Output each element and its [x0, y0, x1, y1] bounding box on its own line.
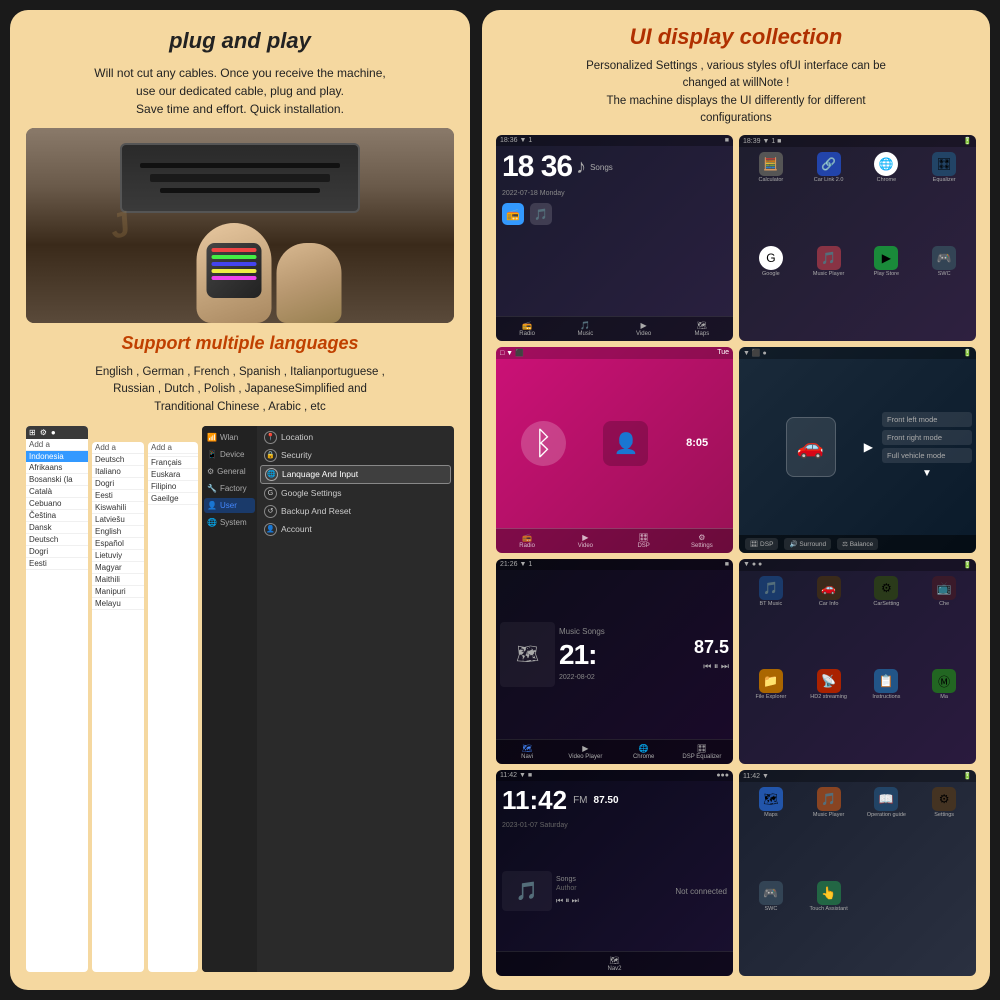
cell-topbar-1: 18:36 ▼ 1 ■	[496, 135, 733, 146]
settings-location[interactable]: Location	[281, 432, 313, 442]
cell-topbar-7: 11:42 ▼ ■ ●●●	[496, 770, 733, 781]
app-swc[interactable]: 🎮 SWC	[917, 246, 971, 336]
app-carlink[interactable]: 🔗 Car Link 2.0	[802, 152, 856, 242]
settings-google[interactable]: Google Settings	[281, 488, 341, 498]
cell-topbar-6: ▼ ● ● 🔋	[739, 559, 976, 571]
ui-cell-carseat: ▼ ⬛ ● 🔋 🚗 ▶ Front left mode Front right …	[739, 347, 976, 553]
app-maps[interactable]: 🗺 Maps	[744, 787, 798, 877]
bottom-nav-1: 📻 Radio 🎵 Music ▶ Video 🗺 Maps	[496, 316, 733, 341]
bottom-nav-7: 🗺Nav2	[496, 951, 733, 976]
app-fileexplorer[interactable]: 📁 File Explorer	[744, 669, 798, 759]
ui-cell-mapapps: 11:42 ▼ 🔋 🗺 Maps 🎵 Music Player 📖 Operat…	[739, 770, 976, 976]
nav-nav2-7[interactable]: 🗺Nav2	[502, 956, 727, 972]
bottom-nav-3: 📻Radio ▶Video 🎛DSP ⚙Settings	[496, 528, 733, 553]
car-installation-image: J	[26, 128, 454, 323]
settings-panel: 📶Wlan 📱Device ⚙General 🔧Factory 👤User	[202, 426, 454, 972]
surround-btn[interactable]: 🔊 Surround	[784, 538, 831, 550]
cell-topbar-2: 18:39 ▼ 1 ■ 🔋	[739, 135, 976, 147]
app-ma[interactable]: Ⓜ Ma	[917, 669, 971, 759]
settings-language-input[interactable]: Lanquage And Input	[282, 469, 358, 479]
nav-settings-3[interactable]: ⚙Settings	[677, 533, 727, 549]
app-swc2[interactable]: 🎮 SWC	[744, 881, 798, 971]
nav-dsp-5[interactable]: 🎛DSP Equalizer	[677, 744, 727, 760]
app-equalizer[interactable]: 🎛 Equalizer	[917, 152, 971, 242]
app-chrome[interactable]: 🌐 Chrome	[860, 152, 914, 242]
app-google[interactable]: G Google	[744, 246, 798, 336]
plug-title: plug and play	[26, 28, 454, 54]
ui-cell-clockradio: 11:42 ▼ ■ ●●● 11:42 FM 87.50 2023-01-07 …	[496, 770, 733, 976]
ui-cell-bluetooth: □ ▼ ⬛ Tue ᛒ 👤 8:05 📻Radio ▶Video 🎛DSP ⚙S…	[496, 347, 733, 553]
app-touchassistant[interactable]: 👆 Touch Assistant	[802, 881, 856, 971]
app-btmusic[interactable]: 🎵 BT Music	[744, 576, 798, 666]
app-musicplayer2[interactable]: 🎵 Music Player	[802, 787, 856, 877]
ui-desc: Personalized Settings , various styles o…	[496, 58, 976, 127]
settings-account[interactable]: Account	[281, 524, 312, 534]
nav-videoplayer-5[interactable]: ▶Video Player	[560, 744, 610, 760]
app-calculator[interactable]: 🧮 Calculator	[744, 152, 798, 242]
dsp-btn[interactable]: 🎛 DSP	[745, 538, 778, 550]
ui-cell-apps: 18:39 ▼ 1 ■ 🔋 🧮 Calculator 🔗 Car Link 2.…	[739, 135, 976, 341]
app-carinfo[interactable]: 🚗 Car Info	[802, 576, 856, 666]
ui-grid: 18:36 ▼ 1 ■ 18 36 ♪ Songs 2022-07-18 Mon…	[496, 135, 976, 976]
app-hd2streaming[interactable]: 📡 HD2 streaming	[802, 669, 856, 759]
main-container: plug and play Will not cut any cables. O…	[10, 10, 990, 990]
nav-radio-3[interactable]: 📻Radio	[502, 533, 552, 549]
ui-cell-clock: 18:36 ▼ 1 ■ 18 36 ♪ Songs 2022-07-18 Mon…	[496, 135, 733, 341]
ui-cell-apps2: ▼ ● ● 🔋 🎵 BT Music 🚗 Car Info ⚙ CarSetti…	[739, 559, 976, 765]
ui-title: UI display collection	[496, 24, 976, 50]
settings-area: ⊞⚙● Add a Indonesia Afrikaans Bosanski (…	[26, 426, 454, 972]
nav-navi-5[interactable]: 🗺Navi	[502, 744, 552, 760]
app-che[interactable]: 📺 Che	[917, 576, 971, 666]
nav-dsp-3[interactable]: 🎛DSP	[619, 533, 669, 549]
lang-list-2: Add a Deutsch Italiano Dogri Eesti Kiswa…	[92, 442, 144, 972]
cell-topbar-5: 21:26 ▼ 1 ■	[496, 559, 733, 570]
front-right-mode[interactable]: Front right mode	[882, 430, 972, 445]
nav-video-1[interactable]: ▶ Video	[619, 321, 669, 337]
balance-btn[interactable]: ⚖ Balance	[837, 538, 878, 550]
app-settings2[interactable]: ⚙ Settings	[917, 787, 971, 877]
bottom-nav-5: 🗺Navi ▶Video Player 🌐Chrome 🎛DSP Equaliz…	[496, 739, 733, 764]
lang-list-1: ⊞⚙● Add a Indonesia Afrikaans Bosanski (…	[26, 426, 88, 972]
cell-topbar-8: 11:42 ▼ 🔋	[739, 770, 976, 782]
app-musicplayer[interactable]: 🎵 Music Player	[802, 246, 856, 336]
left-panel: plug and play Will not cut any cables. O…	[10, 10, 470, 990]
lang-list-3: Add a Français Euskara Filipino Gaeilge	[148, 442, 198, 972]
nav-chrome-5[interactable]: 🌐Chrome	[619, 744, 669, 760]
app-playstore[interactable]: ▶ Play Store	[860, 246, 914, 336]
nav-maps-1[interactable]: 🗺 Maps	[677, 321, 727, 337]
nav-radio-1[interactable]: 📻 Radio	[502, 321, 552, 337]
cell-topbar-4: ▼ ⬛ ● 🔋	[739, 347, 976, 359]
app-operationguide[interactable]: 📖 Operation guide	[860, 787, 914, 877]
front-left-mode[interactable]: Front left mode	[882, 412, 972, 427]
ui-cell-music: 21:26 ▼ 1 ■ 🗺 Music Songs 21: 2022-08-02…	[496, 559, 733, 765]
plug-desc: Will not cut any cables. Once you receiv…	[26, 64, 454, 118]
right-panel: UI display collection Personalized Setti…	[482, 10, 990, 990]
full-vehicle-mode[interactable]: Full vehicle mode	[882, 448, 972, 463]
languages-desc: English , German , French , Spanish , It…	[26, 364, 454, 416]
settings-security[interactable]: Security	[281, 450, 312, 460]
cell-topbar-3: □ ▼ ⬛ Tue	[496, 347, 733, 359]
dsp-bar: 🎛 DSP 🔊 Surround ⚖ Balance	[739, 535, 976, 553]
languages-title: Support multiple languages	[26, 333, 454, 354]
app-carsetting[interactable]: ⚙ CarSetting	[860, 576, 914, 666]
nav-music-1[interactable]: 🎵 Music	[560, 321, 610, 337]
nav-video-3[interactable]: ▶Video	[560, 533, 610, 549]
app-instructions[interactable]: 📋 Instructions	[860, 669, 914, 759]
settings-backup[interactable]: Backup And Reset	[281, 506, 351, 516]
